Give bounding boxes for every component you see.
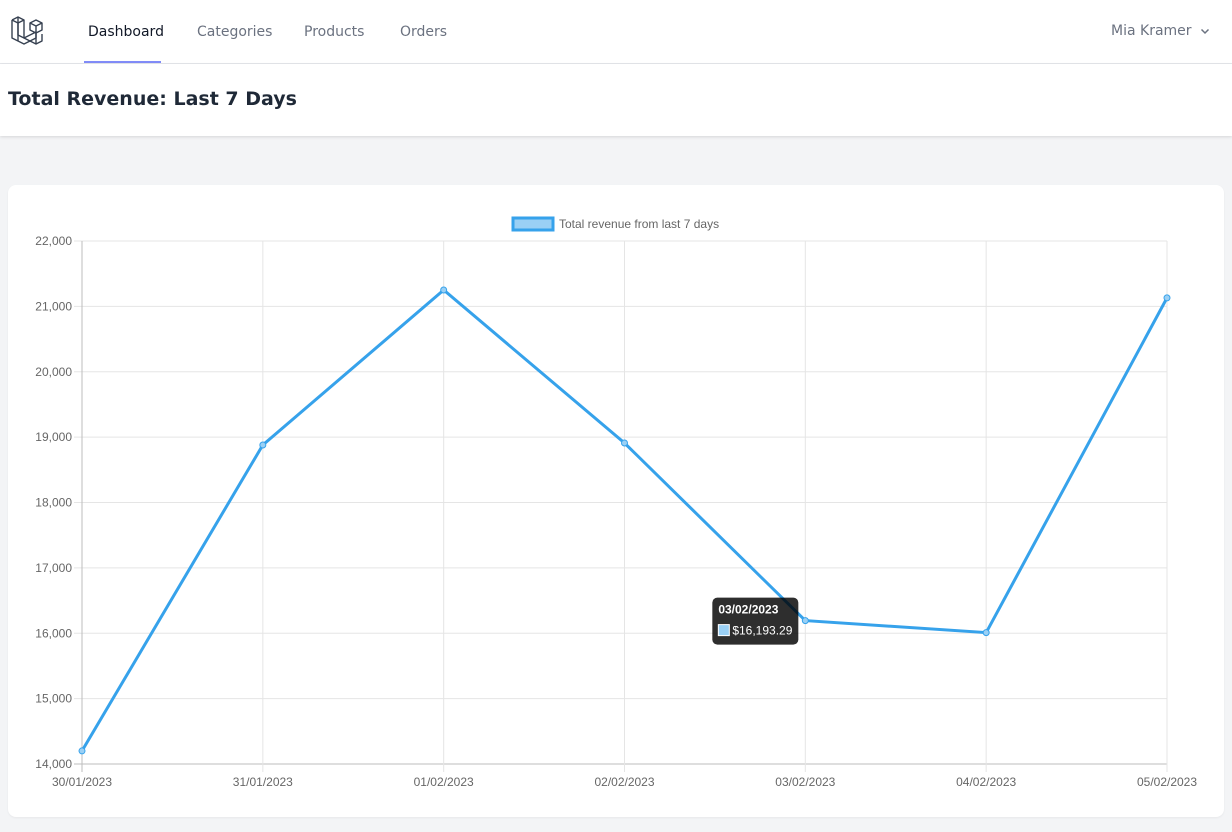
y-tick-label: 22,000 <box>35 234 72 248</box>
page-title: Total Revenue: Last 7 Days <box>8 88 297 110</box>
nav-item-orders[interactable]: Orders <box>400 0 447 63</box>
data-point[interactable] <box>440 286 448 294</box>
x-tick-label: 04/02/2023 <box>956 775 1016 789</box>
user-name: Mia Kramer <box>1111 23 1192 39</box>
data-point[interactable] <box>1163 294 1171 302</box>
x-axis-labels: 30/01/2023 31/01/2023 01/02/2023 02/02/2023… <box>52 775 1197 789</box>
tooltip-swatch <box>717 624 730 637</box>
data-point[interactable] <box>801 617 809 625</box>
y-tick-label: 20,000 <box>35 365 72 379</box>
x-tick-label: 03/02/2023 <box>775 775 835 789</box>
nav-item-categories[interactable]: Categories <box>197 0 272 63</box>
y-tick-label: 15,000 <box>35 692 72 706</box>
y-tick-label: 18,000 <box>35 496 72 510</box>
y-tick-label: 16,000 <box>35 626 72 640</box>
y-tick-label: 14,000 <box>35 757 72 771</box>
tooltip-value: $16,193.29 <box>732 624 792 638</box>
legend-swatch <box>511 216 555 232</box>
legend-label: Total revenue from last 7 days <box>559 217 719 231</box>
chart-tooltip: 03/02/2023 $16,193.29 <box>712 597 799 645</box>
x-tick-label: 30/01/2023 <box>52 775 112 789</box>
y-tick-label: 19,000 <box>35 430 72 444</box>
data-point[interactable] <box>78 747 86 755</box>
x-tick-label: 02/02/2023 <box>594 775 654 789</box>
data-point[interactable] <box>982 629 990 637</box>
y-axis-labels: 14,000 15,000 16,000 17,000 18,000 19,000 20,0… <box>35 234 72 771</box>
top-navigation: Dashboard Categories Products Orders Mia… <box>0 0 1232 64</box>
chevron-down-icon <box>1200 28 1210 35</box>
active-tab-indicator <box>84 61 161 63</box>
y-tick-label: 21,000 <box>35 299 72 313</box>
tooltip-title: 03/02/2023 <box>718 603 778 617</box>
chart-legend[interactable]: Total revenue from last 7 days <box>511 216 719 232</box>
nav-item-products[interactable]: Products <box>304 0 364 63</box>
x-tick-label: 01/02/2023 <box>414 775 474 789</box>
chart-grid <box>74 240 1168 772</box>
y-tick-label: 17,000 <box>35 561 72 575</box>
x-tick-label: 05/02/2023 <box>1137 775 1197 789</box>
data-point[interactable] <box>621 439 628 447</box>
data-point[interactable] <box>259 441 267 449</box>
chart-card: Total revenue from last 7 days 14,000 15,… <box>8 185 1224 817</box>
nav-item-dashboard[interactable]: Dashboard <box>88 0 164 63</box>
revenue-line-chart: Total revenue from last 7 days 14,000 15,… <box>35 216 1197 789</box>
page-header: Total Revenue: Last 7 Days <box>0 64 1232 136</box>
laravel-logo-icon[interactable] <box>10 14 44 48</box>
x-tick-label: 31/01/2023 <box>233 775 293 789</box>
user-menu-button[interactable]: Mia Kramer <box>1111 0 1210 63</box>
